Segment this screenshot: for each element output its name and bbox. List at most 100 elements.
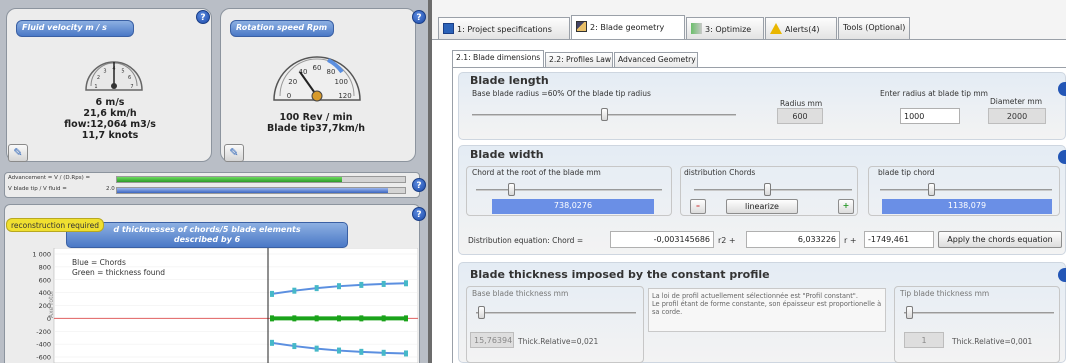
left-pane: Fluid velocity m / s ? 1234567 6 m/s 21,… [0, 0, 428, 363]
diameter-value: 2000 [988, 108, 1046, 124]
tip-thickness-slider-track [904, 312, 1054, 314]
help-icon[interactable]: ? [412, 178, 426, 192]
blade-length-section [458, 72, 1066, 140]
series-point-0 [404, 280, 408, 287]
rotation-gauge-tick-label: 100 [335, 78, 348, 86]
base-radius-slider[interactable] [601, 108, 608, 121]
velocity-gauge-tick-label: 6 [128, 75, 131, 81]
y-tick-label: -600 [36, 354, 51, 362]
series-point-2 [359, 348, 364, 355]
rotation-gauge: 02040 60 80100120 [273, 56, 361, 102]
base-thickness-value: 15,76394 [470, 332, 514, 348]
speed-kmh: 21,6 km/h [83, 108, 137, 119]
reconstruction-required-badge[interactable]: reconstruction required [6, 218, 104, 232]
enter-radius-label: Enter radius at blade tip mm [880, 89, 988, 98]
series-point-0 [270, 290, 274, 297]
tip-chord-label: blade tip chord [878, 168, 935, 177]
tip-thickness-label: Tip blade thickness mm [900, 289, 990, 298]
rotation-gauge-tick-label: 60 [313, 64, 322, 72]
series-point-0 [359, 281, 364, 288]
chart-icon [691, 23, 702, 34]
tab-project-specifications-label: 1: Project specifications [457, 25, 552, 34]
chord-root-value[interactable]: 738,0276 [492, 199, 654, 214]
tab-tools[interactable]: Tools (Optional) [838, 17, 910, 39]
tab-optimize-label: 3: Optimize [705, 25, 752, 34]
tab-blade-geometry[interactable]: 2: Blade geometry [571, 15, 685, 39]
help-icon[interactable] [1058, 150, 1066, 164]
series-point-1 [314, 315, 319, 322]
series-point-0 [292, 287, 297, 294]
r-label: r + [844, 236, 857, 245]
base-thickness-slider-track [476, 312, 636, 314]
subtab-advanced-geometry[interactable]: Advanced Geometry [614, 52, 698, 67]
rotation-gauge-tick-label: 80 [327, 68, 336, 76]
chord-root-label: Chord at the root of the blade mm [472, 168, 601, 177]
velocity-gauge-tick-label: 2 [97, 75, 100, 81]
speed-knots: 11,7 knots [81, 130, 139, 141]
tab-alerts[interactable]: Alerts(4) [765, 17, 837, 39]
series-point-2 [314, 345, 319, 352]
tab-project-specifications[interactable]: 1: Project specifications [438, 17, 570, 39]
series-point-2 [381, 349, 386, 356]
tab-optimize[interactable]: 3: Optimize [686, 17, 764, 39]
help-icon[interactable]: ? [412, 207, 426, 221]
blade-thickness-title: Blade thickness imposed by the constant … [470, 268, 770, 281]
apply-chords-equation-button[interactable]: Apply the chords equation [938, 231, 1062, 248]
subtab-blade-dimensions[interactable]: 2.1: Blade dimensions [452, 50, 544, 67]
help-icon[interactable] [1058, 82, 1066, 96]
base-thickness-slider[interactable] [478, 306, 485, 319]
coef-r2-input[interactable]: -0,003145686 [610, 231, 714, 248]
subtab-profiles-law[interactable]: 2.2: Profiles Law [545, 52, 613, 67]
y-tick-label: 1 000 [32, 251, 51, 259]
increase-distribution-button[interactable]: + [838, 199, 854, 214]
edit-velocity-button[interactable]: ✎ [8, 144, 28, 162]
velocity-gauge: 1234567 [85, 61, 143, 91]
flow-rate: flow:12,064 m3/s [64, 119, 156, 130]
blade-icon [576, 21, 587, 32]
rotation-gauge-tick-label: 20 [288, 78, 297, 86]
radius-value: 600 [777, 108, 823, 124]
edit-rotation-button[interactable]: ✎ [224, 144, 244, 162]
velocity-gauge-tick-label: 1 [94, 84, 97, 90]
help-icon[interactable]: ? [412, 10, 426, 24]
tip-thickness-slider[interactable] [906, 306, 913, 319]
document-icon [443, 23, 454, 34]
diameter-mm-label: Diameter mm [990, 97, 1043, 106]
coef-const-input[interactable]: -1749,461 [864, 231, 934, 248]
profile-note: La loi de profil actuellement sélectionn… [648, 288, 886, 332]
tip-chord-slider[interactable] [928, 183, 935, 196]
tip-radius-input[interactable]: 1000 [900, 108, 960, 124]
tip-chord-value[interactable]: 1138,079 [882, 199, 1052, 214]
chart-axis-label: Axe rotor [48, 290, 55, 318]
base-radius-label: Base blade radius =60% Of the blade tip … [472, 89, 651, 98]
chart-title-line2: described by 6 [173, 235, 241, 244]
velocity-gauge-tick-label: 5 [121, 68, 124, 74]
distribution-chords-label: distribution Chords [684, 168, 756, 177]
blade-tip-speed: Blade tip37,7km/h [267, 123, 365, 134]
help-icon[interactable] [1058, 268, 1066, 282]
coef-r-input[interactable]: 6,033226 [746, 231, 840, 248]
series-point-2 [337, 347, 341, 354]
tab-tools-label: Tools (Optional) [843, 23, 906, 32]
series-point-2 [292, 343, 297, 350]
chord-root-slider-track [476, 189, 662, 191]
rotation-speed-title: Rotation speed Rpm [230, 20, 334, 37]
velocity-gauge-tick-label: 7 [130, 84, 133, 90]
base-thickness-relative: Thick.Relative=0,021 [518, 337, 599, 346]
linearize-button[interactable]: linearize [726, 199, 798, 214]
tip-ratio-label: V blade tip / V fluid = [8, 186, 67, 192]
tip-thickness-value: 1 [904, 332, 944, 348]
distribution-slider-track [694, 189, 852, 191]
decrease-distribution-button[interactable]: – [690, 199, 706, 214]
warning-icon [770, 23, 782, 34]
advancement-label: Advancement = V / (D.Rps) = [8, 175, 91, 181]
help-icon[interactable]: ? [196, 10, 210, 24]
series-point-1 [381, 315, 386, 322]
distribution-slider[interactable] [764, 183, 771, 196]
series-point-0 [337, 283, 341, 290]
blade-length-title: Blade length [470, 74, 549, 87]
chord-root-slider[interactable] [508, 183, 515, 196]
app-window: Fluid velocity m / s ? 1234567 6 m/s 21,… [0, 0, 1066, 363]
y-tick-label: 800 [39, 263, 51, 271]
series-point-1 [292, 315, 297, 322]
